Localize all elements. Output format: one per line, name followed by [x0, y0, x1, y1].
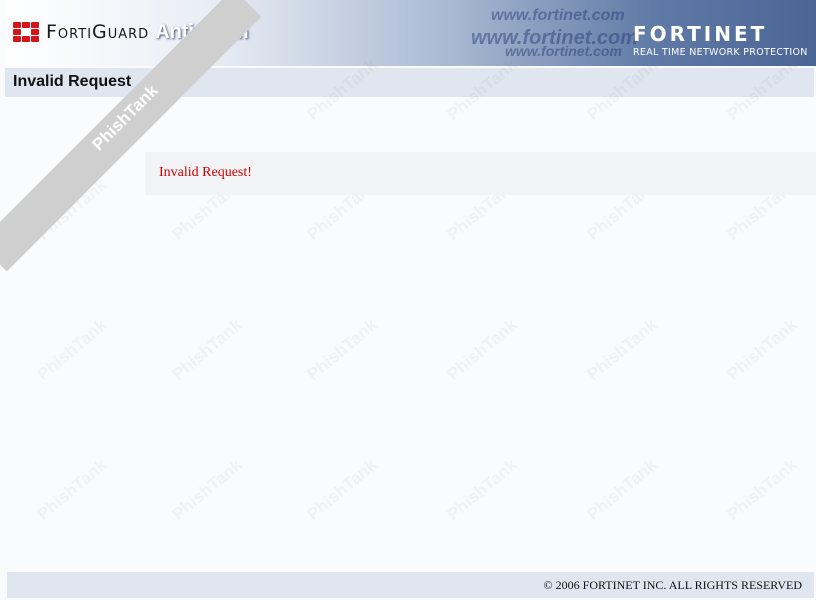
phishtank-watermark: PhishTank [583, 315, 661, 385]
phishtank-watermark: PhishTank [443, 315, 521, 385]
ribbon-band [0, 0, 262, 272]
footer: © 2006 FORTINET INC. ALL RIGHTS RESERVED [7, 572, 814, 598]
copyright-text: © 2006 FORTINET INC. ALL RIGHTS RESERVED [543, 578, 802, 592]
url-watermark: www.fortinet.com [505, 43, 622, 59]
phishtank-watermark: PhishTank [33, 455, 111, 525]
phishtank-ribbon: PhishTank [0, 0, 300, 300]
error-message: Invalid Request! [159, 165, 252, 180]
phishtank-watermark: PhishTank [443, 455, 521, 525]
phishtank-watermark: PhishTank [33, 315, 111, 385]
phishtank-watermark: PhishTank [723, 455, 801, 525]
url-watermark: www.fortinet.com [491, 7, 625, 24]
phishtank-watermark: PhishTank [303, 455, 381, 525]
phishtank-watermark: PhishTank [723, 315, 801, 385]
company-name: FORTINET [633, 22, 768, 46]
phishtank-watermark: PhishTank [583, 455, 661, 525]
fortinet-logo: FORTINET REAL TIME NETWORK PROTECTION [633, 22, 813, 58]
company-tagline: REAL TIME NETWORK PROTECTION [633, 47, 808, 58]
phishtank-watermark: PhishTank [168, 315, 246, 385]
message-panel: Invalid Request! [145, 152, 816, 195]
phishtank-watermark: PhishTank [303, 315, 381, 385]
phishtank-watermark: PhishTank [168, 455, 246, 525]
